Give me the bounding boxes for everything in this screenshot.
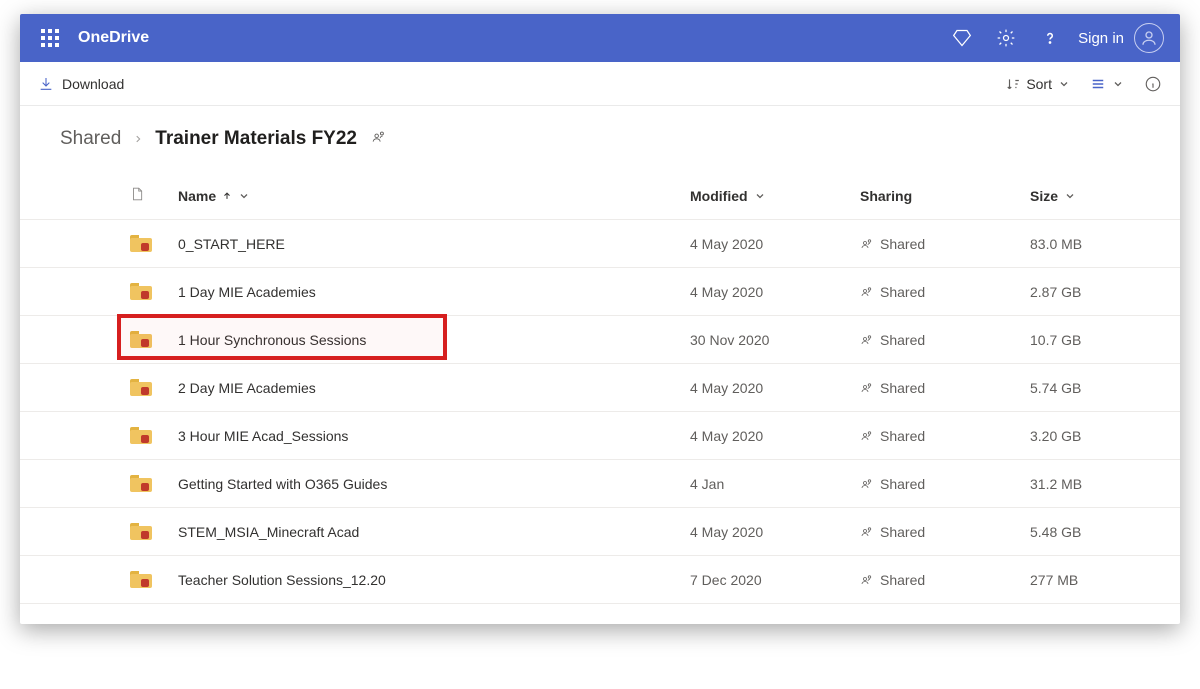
column-modified[interactable]: Modified: [690, 188, 860, 204]
shared-folder-icon: [130, 427, 152, 444]
file-size: 3.20 GB: [1030, 428, 1180, 444]
sharing-status[interactable]: Shared: [860, 428, 1030, 444]
table-row[interactable]: 2 Day MIE Academies4 May 2020Shared5.74 …: [20, 364, 1180, 412]
sharing-status[interactable]: Shared: [860, 284, 1030, 300]
sign-in-link[interactable]: Sign in: [1078, 30, 1124, 47]
sort-button[interactable]: Sort: [996, 76, 1080, 92]
download-button[interactable]: Download: [38, 76, 124, 92]
shared-folder-icon: [130, 475, 152, 492]
app-launcher-icon[interactable]: [30, 18, 70, 58]
shared-folder-icon: [130, 523, 152, 540]
help-icon[interactable]: [1028, 18, 1072, 58]
sharing-status[interactable]: Shared: [860, 476, 1030, 492]
file-size: 31.2 MB: [1030, 476, 1180, 492]
sharing-status[interactable]: Shared: [860, 236, 1030, 252]
file-name[interactable]: STEM_MSIA_Minecraft Acad: [178, 524, 690, 540]
people-icon: [860, 574, 874, 586]
modified-date: 4 May 2020: [690, 236, 860, 252]
chevron-down-icon: [754, 190, 766, 202]
chevron-down-icon: [238, 190, 250, 202]
file-name[interactable]: 0_START_HERE: [178, 236, 690, 252]
table-row[interactable]: 1 Hour Synchronous Sessions30 Nov 2020Sh…: [20, 316, 1180, 364]
breadcrumb: Shared Trainer Materials FY22: [20, 106, 1180, 172]
file-size: 10.7 GB: [1030, 332, 1180, 348]
content-area: Shared Trainer Materials FY22 Name Modi: [20, 106, 1180, 624]
download-label: Download: [62, 76, 124, 92]
chevron-right-icon: [133, 133, 143, 145]
table-row[interactable]: 0_START_HERE4 May 2020Shared83.0 MB: [20, 220, 1180, 268]
table-row[interactable]: 3 Hour MIE Acad_Sessions4 May 2020Shared…: [20, 412, 1180, 460]
people-icon: [860, 238, 874, 250]
premium-icon[interactable]: [940, 18, 984, 58]
file-name[interactable]: Teacher Solution Sessions_12.20: [178, 572, 690, 588]
app-title[interactable]: OneDrive: [78, 29, 149, 47]
sort-label: Sort: [1026, 76, 1052, 92]
sharing-status[interactable]: Shared: [860, 572, 1030, 588]
people-icon: [860, 286, 874, 298]
chevron-down-icon: [1058, 78, 1070, 90]
column-sharing[interactable]: Sharing: [860, 188, 1030, 204]
modified-date: 30 Nov 2020: [690, 332, 860, 348]
people-icon: [860, 430, 874, 442]
file-table: Name Modified Sharing Size 0_START_HERE4…: [20, 172, 1180, 604]
chevron-down-icon: [1112, 78, 1124, 90]
file-name[interactable]: 3 Hour MIE Acad_Sessions: [178, 428, 690, 444]
people-icon: [860, 334, 874, 346]
chevron-down-icon: [1064, 190, 1076, 202]
modified-date: 4 May 2020: [690, 524, 860, 540]
table-row[interactable]: STEM_MSIA_Minecraft Acad4 May 2020Shared…: [20, 508, 1180, 556]
modified-date: 4 May 2020: [690, 284, 860, 300]
shared-folder-icon: [130, 235, 152, 252]
app-header: OneDrive Sign in: [20, 14, 1180, 62]
file-name[interactable]: 1 Day MIE Academies: [178, 284, 690, 300]
table-row[interactable]: Getting Started with O365 Guides4 JanSha…: [20, 460, 1180, 508]
shared-folder-icon: [130, 571, 152, 588]
column-name[interactable]: Name: [178, 188, 690, 204]
table-row[interactable]: 1 Day MIE Academies4 May 2020Shared2.87 …: [20, 268, 1180, 316]
file-size: 5.74 GB: [1030, 380, 1180, 396]
file-size: 83.0 MB: [1030, 236, 1180, 252]
file-size: 2.87 GB: [1030, 284, 1180, 300]
file-size: 5.48 GB: [1030, 524, 1180, 540]
sort-asc-icon: [222, 190, 232, 202]
modified-date: 7 Dec 2020: [690, 572, 860, 588]
view-button[interactable]: [1080, 77, 1134, 91]
table-row[interactable]: Teacher Solution Sessions_12.207 Dec 202…: [20, 556, 1180, 604]
modified-date: 4 May 2020: [690, 428, 860, 444]
file-size: 277 MB: [1030, 572, 1180, 588]
settings-icon[interactable]: [984, 18, 1028, 58]
file-name[interactable]: Getting Started with O365 Guides: [178, 476, 690, 492]
column-icon[interactable]: [130, 185, 178, 206]
modified-date: 4 Jan: [690, 476, 860, 492]
modified-date: 4 May 2020: [690, 380, 860, 396]
people-icon: [860, 382, 874, 394]
column-size[interactable]: Size: [1030, 188, 1180, 204]
people-icon: [860, 526, 874, 538]
command-bar: Download Sort: [20, 62, 1180, 106]
info-button[interactable]: [1134, 75, 1166, 93]
sharing-status[interactable]: Shared: [860, 524, 1030, 540]
breadcrumb-root[interactable]: Shared: [60, 128, 121, 150]
file-name[interactable]: 1 Hour Synchronous Sessions: [178, 332, 690, 348]
people-icon: [860, 478, 874, 490]
table-header: Name Modified Sharing Size: [20, 172, 1180, 220]
avatar-icon[interactable]: [1134, 23, 1164, 53]
shared-folder-icon: [130, 331, 152, 348]
breadcrumb-current[interactable]: Trainer Materials FY22: [155, 128, 357, 150]
shared-folder-icon: [130, 283, 152, 300]
file-name[interactable]: 2 Day MIE Academies: [178, 380, 690, 396]
share-indicator-icon[interactable]: [371, 128, 387, 150]
sharing-status[interactable]: Shared: [860, 380, 1030, 396]
sharing-status[interactable]: Shared: [860, 332, 1030, 348]
shared-folder-icon: [130, 379, 152, 396]
